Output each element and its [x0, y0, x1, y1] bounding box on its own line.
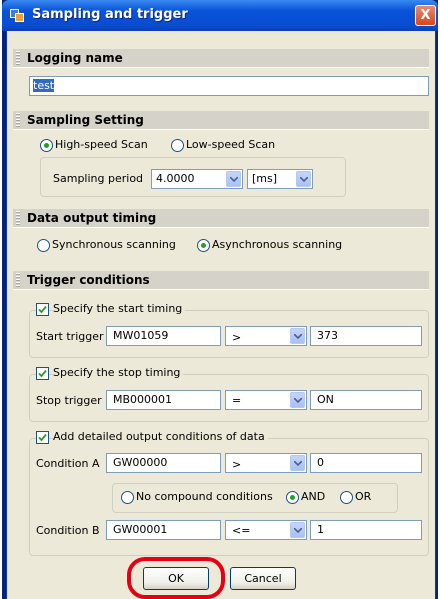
checkmark-icon: [38, 433, 47, 442]
start-trigger-register-input[interactable]: MW01059: [106, 326, 221, 346]
low-speed-scan-label: Low-speed Scan: [186, 138, 276, 151]
checkmark-icon: [38, 369, 47, 378]
grip-icon: [16, 211, 20, 226]
stop-timing-label: Specify the stop timing: [53, 366, 184, 380]
close-button[interactable]: X: [415, 5, 436, 26]
high-speed-scan-radio[interactable]: [40, 139, 53, 152]
condition-a-value-input[interactable]: 0: [310, 453, 422, 473]
dialog-body: Logging name test Sampling Setting High-…: [6, 31, 436, 599]
checkmark-icon: [38, 305, 47, 314]
chevron-down-icon[interactable]: [290, 522, 305, 538]
detailed-conditions-label: Add detailed output conditions of data: [53, 430, 268, 444]
start-timing-label: Specify the start timing: [53, 302, 186, 316]
condition-b-register-input[interactable]: GW00001: [106, 520, 221, 540]
sampling-period-label: Sampling period: [53, 172, 144, 185]
detailed-conditions-checkbox[interactable]: [36, 431, 49, 444]
ok-highlight-ring: [127, 557, 225, 599]
asynchronous-scanning-radio[interactable]: [197, 239, 210, 252]
app-icon: [10, 9, 24, 22]
close-icon: X: [420, 8, 431, 23]
synchronous-scanning-label: Synchronous scanning: [52, 238, 176, 251]
no-compound-radio[interactable]: [121, 491, 134, 504]
section-header-data-output-timing: Data output timing: [13, 209, 429, 228]
stop-trigger-operator-select[interactable]: =: [225, 390, 307, 410]
chevron-down-icon[interactable]: [226, 171, 241, 187]
dialog-window: Sampling and trigger X Logging name test…: [2, 0, 438, 599]
start-trigger-label: Start trigger: [36, 330, 104, 343]
stop-timing-checkbox[interactable]: [36, 367, 49, 380]
or-radio[interactable]: [340, 491, 353, 504]
and-label: AND: [301, 490, 326, 503]
sampling-period-select[interactable]: 4.0000: [151, 169, 243, 189]
section-header-sampling-setting: Sampling Setting: [13, 111, 429, 130]
start-trigger-operator-select[interactable]: >: [225, 326, 307, 346]
or-label: OR: [355, 490, 372, 503]
no-compound-label: No compound conditions: [136, 490, 273, 503]
start-timing-checkbox[interactable]: [36, 303, 49, 316]
sampling-unit-select[interactable]: [ms]: [247, 169, 313, 189]
condition-b-label: Condition B: [36, 524, 100, 537]
high-speed-scan-label: High-speed Scan: [55, 138, 148, 151]
window-title: Sampling and trigger: [32, 7, 188, 22]
chevron-down-icon[interactable]: [296, 171, 311, 187]
condition-b-value-input[interactable]: 1: [310, 520, 422, 540]
chevron-down-icon[interactable]: [290, 392, 305, 408]
grip-icon: [16, 51, 20, 66]
low-speed-scan-radio[interactable]: [171, 139, 184, 152]
condition-a-label: Condition A: [36, 457, 100, 470]
condition-b-operator-select[interactable]: <=: [225, 520, 307, 540]
asynchronous-scanning-label: Asynchronous scanning: [212, 238, 343, 251]
cancel-button[interactable]: Cancel: [230, 567, 296, 590]
synchronous-scanning-radio[interactable]: [37, 239, 50, 252]
start-trigger-value-input[interactable]: 373: [310, 326, 422, 346]
section-header-logging-name: Logging name: [13, 49, 429, 68]
condition-a-operator-select[interactable]: >: [225, 453, 307, 473]
grip-icon: [16, 273, 20, 288]
grip-icon: [16, 113, 20, 128]
and-radio[interactable]: [286, 491, 299, 504]
title-bar[interactable]: Sampling and trigger X: [2, 0, 438, 31]
chevron-down-icon[interactable]: [290, 455, 305, 471]
chevron-down-icon[interactable]: [290, 328, 305, 344]
stop-trigger-register-input[interactable]: MB000001: [106, 390, 221, 410]
stop-trigger-label: Stop trigger: [36, 394, 102, 407]
condition-a-register-input[interactable]: GW00000: [106, 453, 221, 473]
section-header-trigger-conditions: Trigger conditions: [13, 271, 429, 290]
logging-name-input[interactable]: test: [29, 76, 429, 96]
stop-trigger-value-input[interactable]: ON: [310, 390, 422, 410]
